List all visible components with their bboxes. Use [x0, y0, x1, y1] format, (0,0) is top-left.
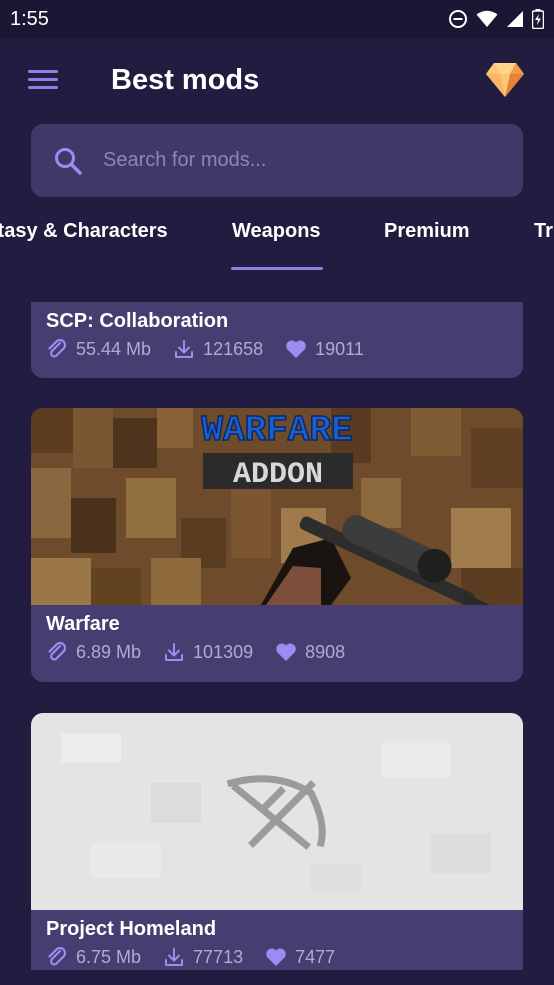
wifi-icon: [476, 10, 498, 27]
mod-card[interactable]: SCP: Collaboration 55.44 Mb 121658 19011: [31, 302, 523, 378]
mods-list[interactable]: SCP: Collaboration 55.44 Mb 121658 19011…: [0, 302, 554, 970]
mod-stats: 6.75 Mb 77713 7477: [46, 946, 508, 968]
tab-weapons[interactable]: Weapons: [232, 220, 321, 243]
mod-name: SCP: Collaboration: [46, 310, 229, 332]
download-icon: [165, 948, 184, 966]
mod-name: Project Homeland: [46, 918, 217, 940]
tab-fantasy-characters[interactable]: Fantasy & Characters: [0, 220, 168, 243]
heart-icon: [276, 643, 296, 661]
search-icon: [55, 147, 82, 175]
do-not-disturb-icon: [449, 10, 467, 28]
paperclip-icon: [48, 338, 67, 358]
app-bar: Best mods: [0, 38, 554, 124]
battery-icon: [532, 9, 544, 29]
mod-stats: 55.44 Mb 121658 19011: [46, 338, 508, 360]
mod-downloads: 77713: [163, 946, 243, 968]
mod-thumbnail: [31, 713, 523, 910]
menu-button[interactable]: [28, 70, 58, 92]
tab-premium[interactable]: Premium: [384, 220, 470, 243]
signal-icon: [507, 11, 523, 27]
mod-size: 6.89 Mb: [46, 641, 141, 663]
mod-stats: 6.89 Mb 101309 8908: [46, 641, 508, 663]
selected-tab-indicator: [231, 267, 323, 270]
download-icon: [175, 340, 194, 358]
mod-thumbnail: WARFARE ADDON: [31, 408, 523, 605]
status-time: 1:55: [10, 7, 49, 30]
status-bar: 1:55: [0, 0, 554, 38]
page-title: Best mods: [111, 64, 260, 96]
mod-likes: 19011: [285, 339, 364, 360]
mod-size: 55.44 Mb: [46, 338, 151, 360]
mod-card[interactable]: WARFARE ADDON Warfare 6.89 Mb 101309 890…: [31, 408, 523, 682]
mod-info: Project Homeland 6.75 Mb 77713 7477: [31, 910, 523, 970]
mod-downloads: 101309: [163, 641, 253, 663]
mod-likes: 7477: [265, 947, 335, 968]
bottom-edge: [0, 970, 554, 985]
paperclip-icon: [48, 641, 67, 661]
paperclip-icon: [48, 946, 67, 966]
premium-button[interactable]: [484, 60, 526, 100]
mod-info: Warfare 6.89 Mb 101309 8908: [31, 605, 523, 682]
mod-likes: 8908: [275, 642, 345, 663]
warfare-banner-image: WARFARE ADDON: [31, 408, 523, 605]
heart-icon: [286, 340, 306, 358]
menu-icon: [28, 70, 58, 73]
tab-next[interactable]: Tr: [534, 220, 553, 243]
mod-info: SCP: Collaboration 55.44 Mb 121658 19011: [31, 302, 523, 378]
homeland-banner-image: [31, 713, 523, 910]
mod-size: 6.75 Mb: [46, 946, 141, 968]
diamond-icon: [486, 63, 524, 97]
mod-downloads: 121658: [173, 338, 263, 360]
banner-title: WARFARE: [201, 410, 352, 451]
category-tabs: Fantasy & Characters Weapons Premium Tr: [0, 210, 554, 274]
mod-name: Warfare: [46, 613, 120, 635]
search-input[interactable]: [103, 149, 483, 172]
status-icons: [448, 9, 544, 29]
mod-card[interactable]: Project Homeland 6.75 Mb 77713 7477: [31, 713, 523, 970]
banner-subtitle: ADDON: [233, 458, 323, 492]
download-icon: [165, 643, 184, 661]
heart-icon: [266, 948, 286, 966]
search-bar[interactable]: [31, 124, 523, 197]
